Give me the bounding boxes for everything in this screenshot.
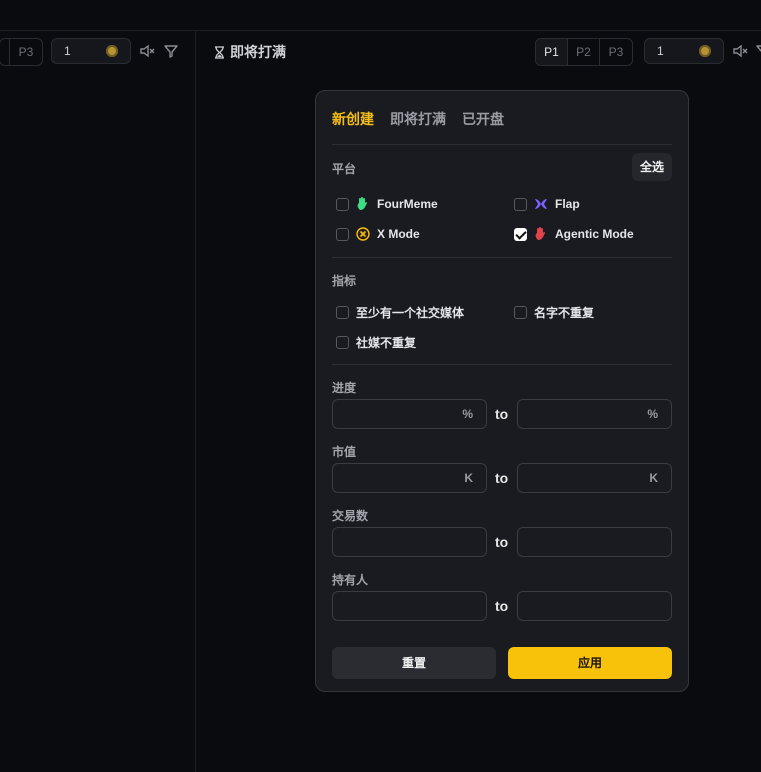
mute-icon[interactable] — [139, 43, 155, 59]
left-page-selector: P3 — [0, 38, 43, 66]
platform-option-fourmeme[interactable]: FourMeme — [336, 197, 438, 211]
option-label: X Mode — [377, 227, 420, 241]
apply-button[interactable]: 应用 — [508, 647, 672, 679]
hourglass-icon — [215, 45, 224, 59]
fourmeme-icon — [357, 197, 367, 210]
top-bar — [0, 0, 761, 31]
market-cap-label: 市值 — [332, 445, 357, 459]
page-button-p1[interactable]: P1 — [536, 39, 568, 65]
platform-label: 平台 — [332, 162, 357, 176]
unit-label: K — [649, 471, 658, 485]
holders-max-input[interactable] — [517, 591, 672, 621]
filter-panel: 新创建 即将打满 已开盘 平台 全选 FourMeme Flap X Mode … — [315, 90, 689, 692]
progress-min-input[interactable]: % — [332, 399, 487, 429]
to-label: to — [495, 534, 509, 550]
platform-option-flap[interactable]: Flap — [514, 197, 580, 211]
divider — [332, 144, 672, 145]
flap-icon — [535, 199, 547, 209]
option-label: 至少有一个社交媒体 — [356, 306, 465, 320]
option-label: Agentic Mode — [555, 227, 634, 241]
mute-icon[interactable] — [732, 43, 748, 59]
holders-min-input[interactable] — [332, 591, 487, 621]
right-page-selector: P1 P2 P3 — [535, 38, 633, 66]
column-title-text: 即将打满 — [230, 44, 286, 60]
checkbox[interactable] — [514, 306, 527, 319]
checkbox[interactable] — [514, 197, 527, 211]
indicators-label: 指标 — [332, 274, 357, 288]
option-label: FourMeme — [377, 197, 438, 211]
to-label: to — [495, 470, 509, 486]
page-button-p2[interactable]: P2 — [568, 39, 600, 65]
divider — [332, 257, 672, 258]
right-amount-input[interactable]: 1 — [644, 38, 724, 64]
tab-launched[interactable]: 已开盘 — [462, 109, 504, 129]
column-divider — [195, 30, 196, 772]
progress-label: 进度 — [332, 381, 357, 395]
tab-almost-full[interactable]: 即将打满 — [390, 109, 446, 129]
page-button-p3[interactable]: P3 — [600, 39, 632, 65]
unit-label: K — [464, 471, 473, 485]
holders-label: 持有人 — [332, 573, 369, 587]
checkbox-checked[interactable] — [514, 227, 527, 241]
to-label: to — [495, 406, 509, 422]
progress-max-input[interactable]: % — [517, 399, 672, 429]
checkbox[interactable] — [336, 306, 349, 319]
option-label: 社媒不重复 — [356, 336, 417, 350]
indicator-option-unique-social[interactable]: 社媒不重复 — [336, 334, 416, 351]
page-button-p3[interactable]: P3 — [10, 39, 42, 65]
left-amount-input[interactable]: 1 — [51, 38, 131, 64]
divider — [332, 364, 672, 365]
select-all-button[interactable]: 全选 — [631, 153, 672, 181]
reset-button[interactable]: 重置 — [332, 647, 496, 679]
market-cap-min-input[interactable]: K — [332, 463, 487, 493]
column-title: 即将打满 — [214, 42, 286, 62]
checkbox[interactable] — [336, 197, 349, 211]
amount-value: 1 — [657, 44, 664, 58]
option-label: 名字不重复 — [534, 306, 595, 320]
amount-value: 1 — [64, 44, 71, 58]
trades-max-input[interactable] — [517, 527, 672, 557]
market-cap-max-input[interactable]: K — [517, 463, 672, 493]
platform-option-xmode[interactable]: X Mode — [336, 227, 420, 241]
xmode-icon — [356, 227, 370, 241]
agentic-icon — [535, 227, 545, 240]
checkbox[interactable] — [336, 336, 349, 349]
filter-icon[interactable] — [163, 43, 179, 59]
coin-icon — [699, 45, 711, 57]
unit-label: % — [647, 407, 658, 421]
option-label: Flap — [555, 197, 580, 211]
indicator-option-unique-name[interactable]: 名字不重复 — [514, 304, 594, 321]
coin-icon — [106, 45, 118, 57]
to-label: to — [495, 598, 509, 614]
trades-min-input[interactable] — [332, 527, 487, 557]
checkbox[interactable] — [336, 227, 349, 241]
platform-option-agentic[interactable]: Agentic Mode — [514, 227, 634, 241]
filter-icon[interactable] — [755, 43, 761, 59]
trades-label: 交易数 — [332, 509, 369, 523]
indicator-option-social[interactable]: 至少有一个社交媒体 — [336, 304, 464, 321]
filter-tabs: 新创建 即将打满 已开盘 — [332, 109, 504, 129]
page-button-partial[interactable] — [0, 39, 10, 65]
tab-new[interactable]: 新创建 — [332, 109, 374, 129]
unit-label: % — [462, 407, 473, 421]
